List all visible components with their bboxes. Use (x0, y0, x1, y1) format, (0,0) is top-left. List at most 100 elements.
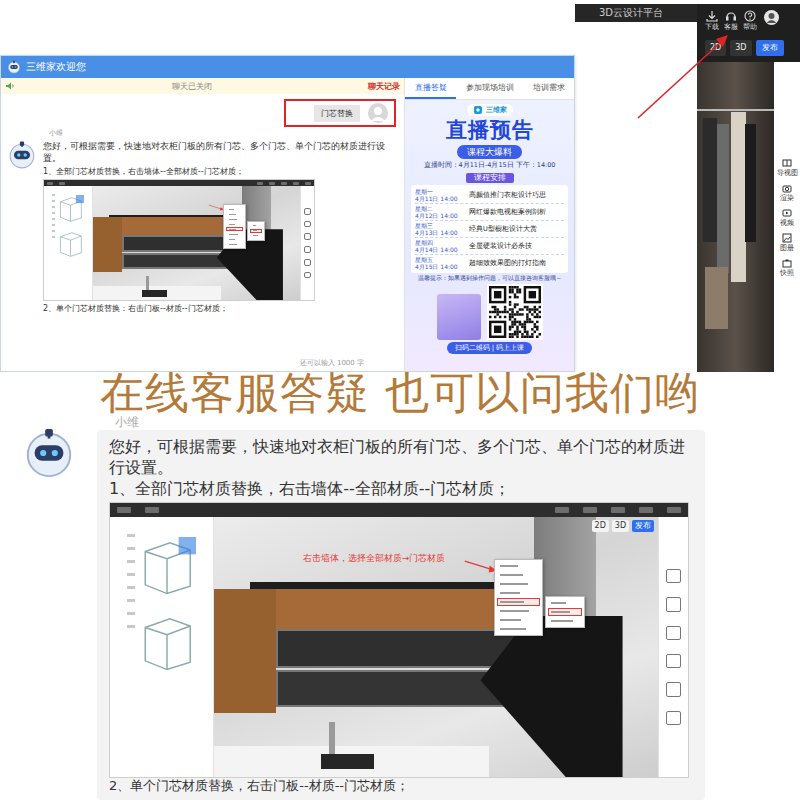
chat-body: 聊天已关闭聊天记录门芯替换小维您好，可根据需要，快速地对衣柜门板的所有门芯、多个… (1, 78, 574, 371)
toolbar-mark (117, 507, 131, 513)
brand-name: 三维家 (486, 105, 507, 115)
app-panel: 下载客服帮助2D3D发布导视图渲染视频图册快照 (697, 4, 800, 372)
menu-item[interactable] (497, 580, 540, 588)
side-tool[interactable]: 导视图 (777, 158, 798, 177)
tool-mark (666, 597, 680, 611)
menu-item-label (500, 565, 518, 567)
category-item (127, 625, 135, 628)
qr-caption: 扫码二维码 | 码上上课 (447, 342, 533, 354)
speaker-icon (5, 81, 15, 91)
schedule-topic: 高颜值推门衣柜设计巧思 (469, 191, 546, 199)
view-mode-row: 2D3D发布 (697, 34, 800, 62)
wardrobe-scene (697, 62, 774, 372)
category-item (52, 218, 55, 220)
history-link[interactable]: 聊天记录 (368, 81, 400, 92)
side-tab[interactable]: 培训需求 (523, 78, 574, 99)
schedule-date: 星期三4月13日 14:00 (415, 222, 465, 236)
tool-mark (304, 233, 311, 240)
tool-mark (666, 682, 680, 696)
side-tool[interactable]: 视频 (780, 208, 794, 227)
category-item (127, 573, 135, 576)
submenu-item[interactable] (250, 229, 263, 233)
banner: 在线客服答疑 也可以问我们哟 (0, 372, 800, 414)
help-icon (744, 10, 756, 22)
menu-item[interactable] (226, 227, 243, 231)
submenu-item[interactable] (548, 608, 582, 616)
view-button[interactable]: 3D (612, 520, 629, 532)
submenu-item[interactable] (548, 599, 582, 607)
category-item (127, 547, 135, 550)
toolbar-mark (611, 507, 625, 513)
view-mode-button[interactable]: 3D (730, 40, 751, 56)
message-bubble: 您好，可根据需要，快速地对衣柜门板的所有门芯、多个门芯、单个门芯的材质进行设置。… (97, 430, 705, 800)
category-list (127, 534, 135, 759)
menu-item[interactable] (226, 207, 243, 211)
schedule-date: 星期一4月11日 14:00 (415, 188, 465, 202)
toolbar-button[interactable]: 帮助 (743, 10, 757, 32)
side-tool-label: 渲染 (780, 194, 794, 202)
model-list (57, 194, 84, 292)
agent-name: 小维 (7, 129, 396, 138)
toolbar-label: 客服 (724, 23, 738, 32)
brand: 三维家 (467, 104, 513, 116)
menu-item-label (500, 583, 528, 585)
agent-text: 您好，可根据需要，快速地对衣柜门板的所有门芯、多个门芯、单个门芯的材质进行设置。 (43, 140, 396, 164)
side-tool-label: 快照 (780, 269, 794, 277)
qr-code-icon (487, 284, 543, 340)
faucet (146, 276, 148, 290)
menu-item[interactable] (226, 217, 243, 221)
toolbar-label: 帮助 (743, 23, 757, 32)
publish-button[interactable]: 发布 (756, 40, 784, 56)
app-title-bar: 3D云设计平台 (575, 4, 697, 22)
side-tool[interactable]: 图册 (780, 233, 794, 252)
menu-item-label (551, 611, 570, 613)
toolbar-button[interactable]: 下载 (705, 10, 719, 32)
screenshot-right-toolbar (658, 517, 688, 777)
menu-item[interactable] (497, 616, 540, 624)
app-toolbar: 下载客服帮助 (697, 4, 800, 34)
schedule: 星期一4月11日 14:00高颜值推门衣柜设计巧思星期二4月12日 14:00网… (411, 185, 568, 273)
menu-item-label (229, 239, 235, 240)
menu-item[interactable] (497, 607, 540, 615)
menu-item[interactable] (497, 571, 540, 579)
side-tool[interactable]: 快照 (780, 258, 794, 277)
screenshot-body (44, 186, 314, 300)
menu-item[interactable] (226, 222, 243, 226)
schedule-time: 4月13日 14:00 (415, 229, 465, 236)
side-tab[interactable]: 参加现场培训 (456, 78, 523, 99)
schedule-date: 星期二4月12日 14:00 (415, 205, 465, 219)
schedule-topic: 经典U型橱柜设计大赏 (469, 225, 537, 233)
context-menu (223, 204, 246, 249)
toolbar-mark (293, 182, 299, 185)
toolbar-button[interactable]: 客服 (724, 10, 738, 32)
category-item (127, 560, 135, 563)
notice-bar: 聊天已关闭聊天记录 (1, 78, 404, 94)
user-avatar-icon (368, 103, 388, 123)
menu-item[interactable] (497, 625, 540, 633)
menu-item[interactable] (497, 598, 540, 606)
app-title: 3D云设计平台 (599, 6, 663, 20)
view-button[interactable]: 发布 (632, 520, 654, 532)
menu-item[interactable] (226, 242, 243, 246)
view-button[interactable]: 2D (592, 520, 609, 532)
menu-item[interactable] (226, 232, 243, 236)
menu-item[interactable] (497, 589, 540, 597)
submenu-item[interactable] (548, 617, 582, 625)
zoom-section: 小维您好，可根据需要，快速地对衣柜门板的所有门芯、多个门芯、单个门芯的材质进行设… (0, 414, 800, 800)
screenshot-left-panel (44, 186, 93, 300)
message-step: 1、全部门芯材质替换，右击墙体--全部材质--门芯材质； (109, 478, 697, 499)
agent-step: 2、单个门芯材质替换：右击门板--材质--门芯材质； (43, 303, 396, 314)
menu-item-label (500, 619, 521, 621)
side-tab[interactable]: 直播答疑 (405, 78, 456, 99)
side-tool[interactable]: 渲染 (780, 183, 794, 202)
chat-conversation: 聊天已关闭聊天记录门芯替换小维您好，可根据需要，快速地对衣柜门板的所有门芯、多个… (1, 78, 405, 371)
agent-step: 1、全部门芯材质替换，右击墙体--全部材质--门芯材质； (43, 166, 396, 177)
category-item (127, 612, 135, 615)
menu-item[interactable] (497, 562, 540, 570)
chat-header: 三维家欢迎您 (1, 56, 574, 78)
menu-item[interactable] (226, 212, 243, 216)
screenshot-right-toolbar (300, 186, 315, 300)
submenu-item[interactable] (250, 224, 263, 228)
submenu-item[interactable] (250, 234, 263, 238)
menu-item[interactable] (226, 237, 243, 241)
